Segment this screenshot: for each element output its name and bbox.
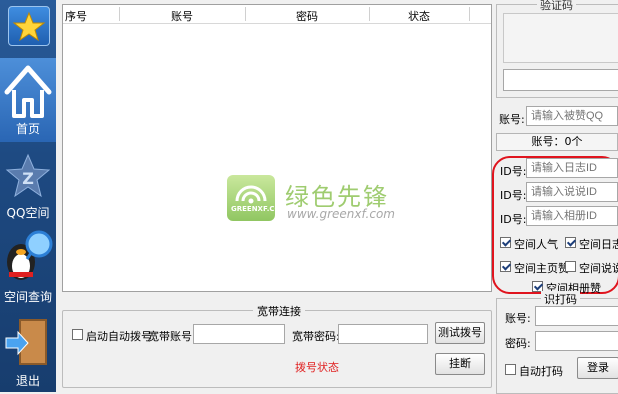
column-header-account[interactable]: 账号 bbox=[119, 8, 245, 24]
sidebar-item-qzone[interactable]: Z QQ空间 bbox=[0, 150, 56, 224]
sidebar-item-label: 空间查询 bbox=[3, 290, 52, 304]
auto-dial-checkbox[interactable] bbox=[72, 329, 83, 340]
broadband-account-label: 宽带账号: bbox=[148, 330, 196, 343]
exit-door-icon bbox=[5, 319, 47, 365]
auto-print-label: 自动打码 bbox=[519, 365, 563, 378]
option-homepage-like-checkbox[interactable] bbox=[500, 261, 511, 272]
broadband-password-input[interactable] bbox=[338, 324, 428, 344]
login-button[interactable]: 登录 bbox=[577, 357, 618, 379]
watermark-logo: GREENXF.COM bbox=[227, 175, 288, 221]
sidebar-item-exit[interactable]: 退出 bbox=[0, 316, 56, 392]
target-account-input[interactable] bbox=[526, 106, 618, 126]
auto-print-checkbox[interactable] bbox=[505, 364, 516, 375]
wifi-icon bbox=[235, 185, 267, 204]
captcha-image[interactable] bbox=[503, 13, 618, 63]
broadband-password-label: 宽带密码: bbox=[292, 330, 340, 343]
column-header-status[interactable]: 状态 bbox=[369, 8, 469, 24]
album-id-input[interactable] bbox=[526, 206, 618, 226]
test-dial-button[interactable]: 测试拨号 bbox=[435, 322, 485, 344]
option-popularity-label: 空间人气 bbox=[514, 238, 558, 251]
watermark-url: www.greenxf.com bbox=[287, 207, 395, 221]
captcha-title: 验证码 bbox=[537, 0, 576, 13]
option-homepage-like-label: 空间主页赞 bbox=[514, 262, 569, 275]
column-header-password[interactable]: 密码 bbox=[245, 8, 369, 24]
service-password-label: 密码: bbox=[505, 337, 531, 350]
svg-text:Z: Z bbox=[22, 169, 34, 188]
auto-dial-label: 启动自动拨号 bbox=[86, 330, 152, 343]
hangup-button[interactable]: 挂断 bbox=[435, 353, 485, 375]
service-account-label: 账号: bbox=[505, 312, 531, 325]
qzone-star-icon: Z bbox=[5, 153, 51, 198]
captcha-input[interactable] bbox=[503, 69, 618, 91]
album-id-label: ID号: bbox=[500, 213, 527, 226]
talk-id-label: ID号: bbox=[500, 189, 527, 202]
captcha-service-group: 识打码 账号: 密码: 自动打码 登录 bbox=[496, 291, 618, 394]
dial-status-text: 拨号状态 bbox=[295, 361, 339, 374]
option-talk-checkbox[interactable] bbox=[565, 261, 576, 272]
column-divider bbox=[469, 7, 470, 21]
diary-id-label: ID号: bbox=[500, 165, 527, 178]
sidebar-item-label: 首页 bbox=[15, 122, 40, 136]
broadband-account-input[interactable] bbox=[193, 324, 285, 344]
sidebar: 首页 Z QQ空间 空间查询 退出 bbox=[0, 0, 56, 392]
option-diary-checkbox[interactable] bbox=[565, 237, 576, 248]
sidebar-item-home[interactable]: 首页 bbox=[0, 60, 56, 140]
app-logo bbox=[8, 6, 50, 46]
account-table[interactable]: 序号 账号 密码 状态 GREENXF.COM 绿色先锋 www.greenxf… bbox=[62, 4, 492, 292]
option-talk-label: 空间说说 bbox=[579, 262, 618, 275]
table-header: 序号 账号 密码 状态 bbox=[63, 5, 491, 24]
captcha-service-title: 识打码 bbox=[541, 291, 580, 307]
account-count-display: 账号：0个 bbox=[496, 133, 618, 151]
star-icon bbox=[12, 11, 46, 42]
service-password-input[interactable] bbox=[535, 331, 618, 351]
talk-id-input[interactable] bbox=[526, 182, 618, 202]
penguin-search-icon bbox=[7, 230, 53, 280]
house-icon bbox=[4, 65, 52, 118]
captcha-group: 验证码 bbox=[496, 0, 618, 98]
sidebar-item-query[interactable]: 空间查询 bbox=[0, 226, 56, 304]
option-diary-label: 空间日志 bbox=[579, 238, 618, 251]
broadband-group: 宽带连接 启动自动拨号 宽带账号: 宽带密码: 测试拨号 拨号状态 挂断 bbox=[62, 303, 492, 388]
target-account-label: 账号: bbox=[499, 113, 525, 126]
diary-id-input[interactable] bbox=[526, 158, 618, 178]
watermark-logo-text: GREENXF.COM bbox=[231, 205, 288, 213]
watermark: GREENXF.COM 绿色先锋 www.greenxf.com bbox=[227, 175, 467, 229]
broadband-title: 宽带连接 bbox=[253, 303, 305, 319]
service-account-input[interactable] bbox=[535, 306, 618, 326]
column-header-index[interactable]: 序号 bbox=[65, 8, 87, 24]
sidebar-item-label: QQ空间 bbox=[6, 206, 50, 220]
sidebar-item-label: 退出 bbox=[15, 374, 40, 388]
option-popularity-checkbox[interactable] bbox=[500, 237, 511, 248]
